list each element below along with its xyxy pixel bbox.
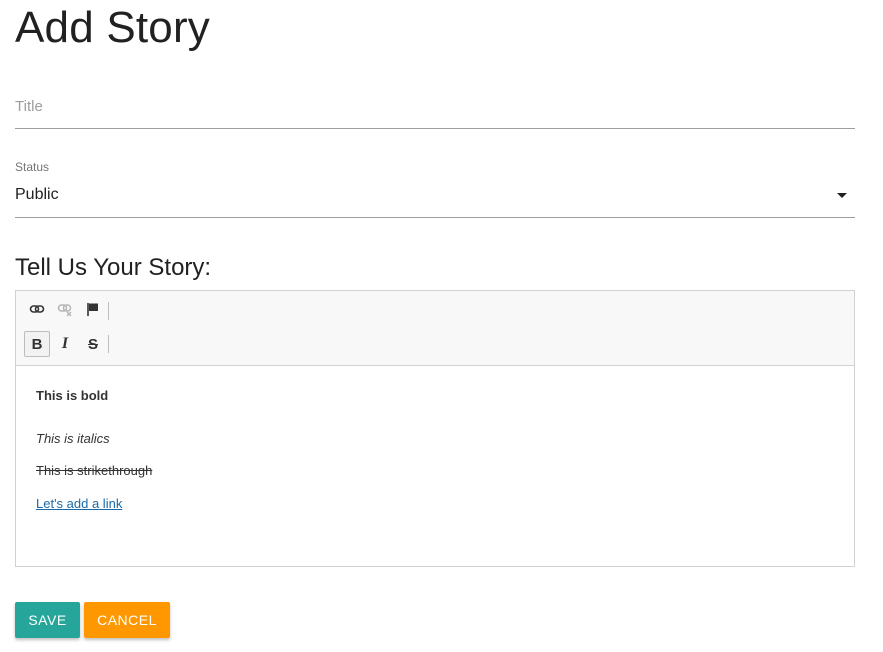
bold-button[interactable]: B: [24, 331, 50, 357]
anchor-flag-icon: [85, 301, 101, 322]
status-label: Status: [15, 160, 50, 174]
save-button[interactable]: Save: [15, 602, 80, 638]
strikethrough-icon: S: [87, 335, 98, 353]
italic-text-line: This is italics: [36, 431, 110, 446]
link-button[interactable]: [24, 298, 50, 324]
strikethrough-button[interactable]: S: [80, 331, 106, 357]
editor-toolbar: B I S: [16, 291, 854, 366]
cancel-button[interactable]: Cancel: [84, 602, 170, 638]
toolbar-separator: [108, 335, 109, 353]
add-story-page: Add Story Status Public Tell Us Your Sto…: [0, 0, 883, 652]
toolbar-row-format: B I S: [24, 331, 113, 357]
link-text-line: Let's add a link: [36, 496, 834, 511]
strikethrough-text-line: This is strikethrough: [36, 463, 153, 478]
editor-content-area[interactable]: This is bold This is italics This is str…: [16, 366, 854, 531]
toolbar-separator: [108, 302, 109, 320]
story-heading: Tell Us Your Story:: [15, 254, 212, 281]
unlink-button[interactable]: [52, 298, 78, 324]
rich-text-editor[interactable]: B I S This is bold This is italics This …: [15, 290, 855, 567]
title-field[interactable]: [15, 88, 855, 129]
caret-down-icon[interactable]: [837, 193, 847, 198]
bold-icon: B: [31, 335, 43, 353]
status-selected-value: Public: [15, 186, 59, 203]
anchor-button[interactable]: [80, 298, 106, 324]
unlink-icon: [57, 301, 73, 322]
title-input[interactable]: [15, 88, 855, 124]
status-select[interactable]: Public: [15, 180, 855, 218]
link-icon: [29, 301, 45, 322]
bold-text-line: This is bold: [36, 388, 109, 403]
story-link[interactable]: Let's add a link: [36, 496, 122, 511]
italic-icon: I: [61, 335, 69, 352]
italic-button[interactable]: I: [52, 331, 78, 357]
page-title: Add Story: [15, 3, 211, 52]
toolbar-row-links: [24, 298, 113, 324]
